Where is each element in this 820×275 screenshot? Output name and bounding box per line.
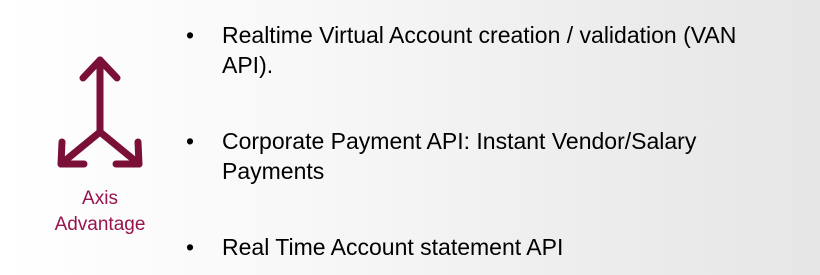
bullet-marker: •: [186, 128, 195, 154]
list-item-text: Corporate Payment API: Instant Vendor/Sa…: [222, 128, 697, 184]
list-item: • Real Time Account statement API: [186, 232, 786, 262]
list-item-text: Real Time Account statement API: [222, 234, 564, 260]
logo-caption: Axis Advantage: [30, 186, 170, 238]
bullet-marker: •: [186, 22, 195, 48]
three-way-arrows-icon: [57, 56, 143, 168]
axis-advantage-logo: Axis Advantage: [30, 40, 170, 235]
feature-list: • Realtime Virtual Account creation / va…: [186, 20, 786, 262]
logo-caption-line2: Advantage: [54, 214, 146, 235]
list-item: • Corporate Payment API: Instant Vendor/…: [186, 126, 786, 186]
list-item: • Realtime Virtual Account creation / va…: [186, 20, 786, 80]
list-item-text: Realtime Virtual Account creation / vali…: [222, 22, 737, 78]
bullet-marker: •: [186, 234, 195, 260]
logo-caption-line1: Axis: [82, 188, 118, 209]
